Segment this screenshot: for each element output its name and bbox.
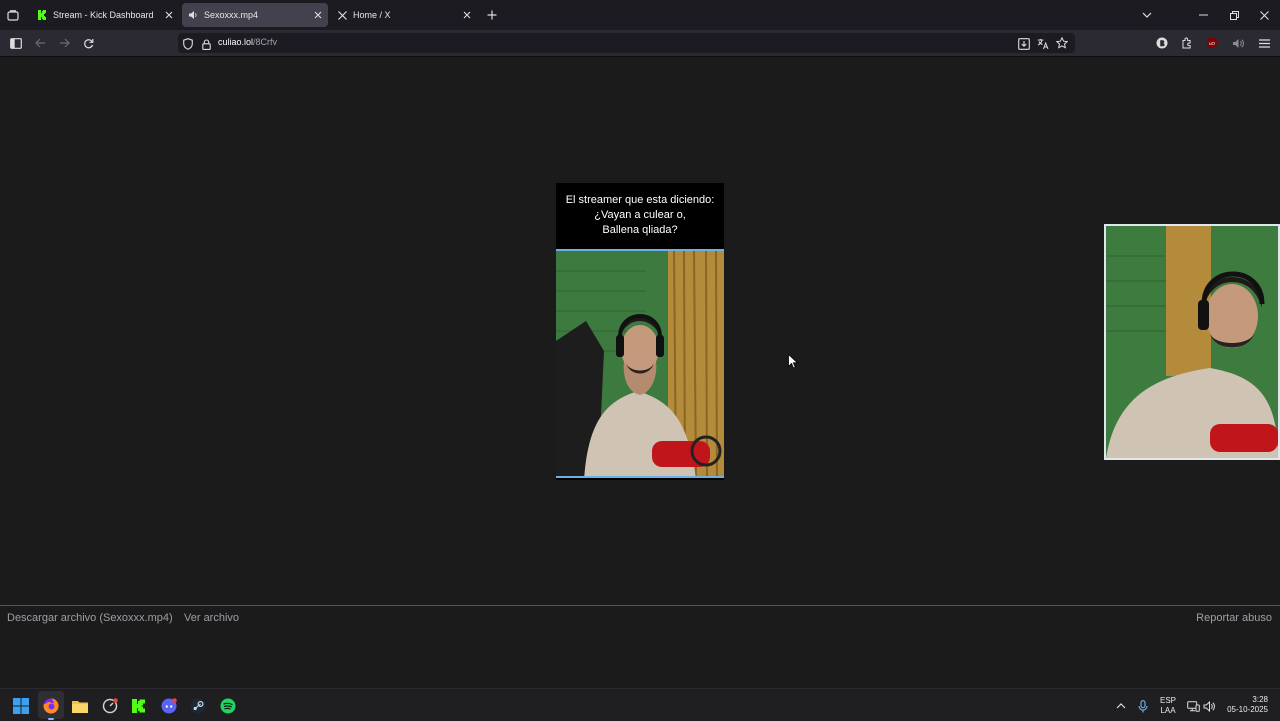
spotify-icon[interactable] bbox=[219, 697, 237, 715]
report-abuse-link[interactable]: Reportar abuso bbox=[1196, 612, 1272, 624]
tab-home-x[interactable]: Home / X bbox=[331, 3, 477, 27]
video-player[interactable]: El streamer que esta diciendo: ¿Vayan a … bbox=[556, 183, 724, 480]
language-code: ESP bbox=[1159, 696, 1176, 705]
tab-video[interactable]: Sexoxxx.mp4 bbox=[182, 3, 328, 27]
kick-app-icon[interactable] bbox=[130, 697, 148, 715]
url-path: /8Crfv bbox=[253, 37, 278, 47]
show-hidden-icons-chevron-up-icon[interactable] bbox=[1112, 697, 1130, 715]
footer-divider bbox=[0, 605, 1280, 606]
tab-label: Home / X bbox=[353, 10, 391, 20]
tab-overview-icon[interactable] bbox=[5, 7, 21, 23]
forward-icon[interactable] bbox=[55, 34, 73, 52]
close-window-icon[interactable] bbox=[1256, 7, 1272, 23]
volume-icon[interactable] bbox=[1229, 34, 1247, 52]
back-icon[interactable] bbox=[31, 34, 49, 52]
steam-icon[interactable] bbox=[189, 697, 207, 715]
clock[interactable]: 3:28 05-10-2025 bbox=[1222, 695, 1268, 715]
windows-start-icon[interactable] bbox=[12, 697, 30, 715]
list-tabs-chevron-down-icon[interactable] bbox=[1139, 7, 1155, 23]
x-logo-icon bbox=[337, 10, 347, 20]
new-tab-icon[interactable] bbox=[484, 7, 500, 23]
account-icon[interactable] bbox=[1153, 34, 1171, 52]
input-language-indicator[interactable]: ESP LAA bbox=[1158, 696, 1178, 716]
tracking-shield-icon[interactable] bbox=[183, 37, 193, 55]
kick-logo-icon bbox=[37, 10, 47, 20]
discord-icon[interactable] bbox=[160, 697, 178, 715]
translate-icon[interactable] bbox=[1037, 37, 1049, 55]
tab-kick-dashboard[interactable]: Stream - Kick Dashboard bbox=[31, 3, 179, 27]
url-domain: culiao.lol bbox=[218, 37, 254, 47]
speaker-volume-icon[interactable] bbox=[1200, 697, 1218, 715]
video-caption: El streamer que esta diciendo: ¿Vayan a … bbox=[565, 194, 715, 236]
clock-time: 3:28 bbox=[1252, 695, 1268, 704]
url-text[interactable]: culiao.lol/8Crfv bbox=[218, 37, 277, 47]
keyboard-layout-code: LAA bbox=[1160, 706, 1176, 715]
close-tab-icon[interactable] bbox=[460, 8, 474, 22]
download-file-link[interactable]: Descargar archivo (Sexoxxx.mp4) bbox=[7, 612, 173, 624]
mouse-cursor-icon bbox=[788, 353, 799, 374]
minimize-icon[interactable] bbox=[1195, 7, 1211, 23]
lock-icon[interactable] bbox=[202, 37, 211, 55]
microphone-icon[interactable] bbox=[1134, 697, 1152, 715]
bookmark-star-icon[interactable] bbox=[1055, 36, 1069, 54]
view-file-link[interactable]: Ver archivo bbox=[184, 612, 239, 624]
close-tab-icon[interactable] bbox=[162, 8, 176, 22]
clock-date: 05-10-2025 bbox=[1227, 705, 1268, 714]
tab-label: Sexoxxx.mp4 bbox=[204, 10, 259, 20]
url-bar[interactable]: culiao.lol/8Crfv bbox=[178, 33, 1075, 53]
tab-label: Stream - Kick Dashboard bbox=[53, 10, 154, 20]
extensions-puzzle-icon[interactable] bbox=[1178, 34, 1196, 52]
close-tab-icon[interactable] bbox=[311, 8, 325, 22]
ublock-origin-icon[interactable]: uO bbox=[1203, 34, 1221, 52]
save-to-device-icon[interactable] bbox=[1018, 37, 1030, 55]
svg-text:uO: uO bbox=[1209, 41, 1216, 46]
speaker-icon[interactable] bbox=[188, 10, 198, 20]
taskbar: ESP LAA 3:28 05-10-2025 bbox=[0, 688, 1280, 721]
menu-hamburger-icon[interactable] bbox=[1255, 34, 1273, 52]
gauge-app-icon[interactable] bbox=[101, 697, 119, 715]
file-explorer-icon[interactable] bbox=[71, 697, 89, 715]
secondary-video-frame[interactable] bbox=[1104, 224, 1280, 460]
video-frame[interactable] bbox=[556, 249, 724, 478]
navigation-bar: culiao.lol/8Crfv uO bbox=[0, 30, 1280, 57]
firefox-icon[interactable] bbox=[42, 697, 60, 715]
tab-bar: Stream - Kick Dashboard Sexoxxx.mp4 Home… bbox=[0, 0, 1280, 30]
restore-icon[interactable] bbox=[1226, 7, 1242, 23]
sidebar-icon[interactable] bbox=[7, 34, 25, 52]
reload-icon[interactable] bbox=[79, 34, 97, 52]
